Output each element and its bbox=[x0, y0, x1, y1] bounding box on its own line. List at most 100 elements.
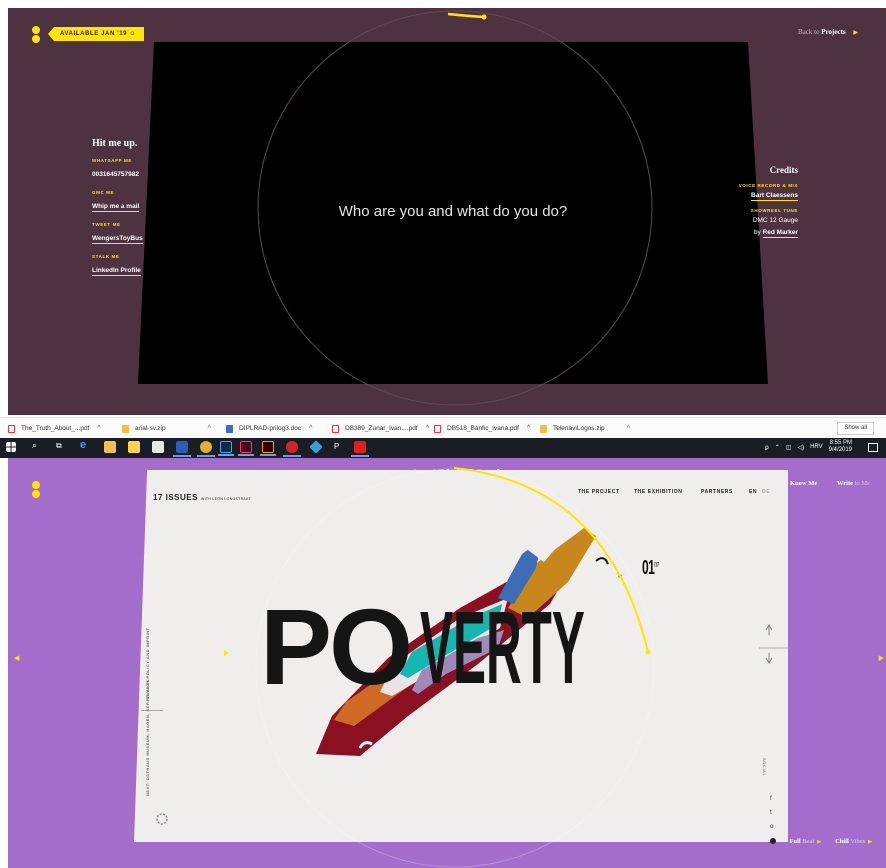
arrow-right-icon: ▶ bbox=[868, 840, 872, 845]
chrome-icon[interactable] bbox=[197, 441, 215, 457]
chill-vibes-chill[interactable]: Chill bbox=[835, 838, 849, 845]
play-indicator-icon bbox=[224, 650, 229, 656]
back-to-projects-link[interactable]: Back to Projects ▶ bbox=[798, 28, 858, 36]
windows-start-icon[interactable] bbox=[6, 442, 16, 452]
store-icon[interactable] bbox=[128, 441, 140, 453]
whatsapp-number[interactable]: 0031645757982 bbox=[92, 171, 139, 178]
twitter-icon[interactable]: t bbox=[770, 810, 772, 816]
back-projects-label: Projects bbox=[821, 28, 846, 36]
showreel-artist-link[interactable]: Red Marker bbox=[762, 229, 798, 238]
chevron-up-icon[interactable]: ^ bbox=[208, 425, 211, 432]
twitter-link[interactable]: WengersToyBus bbox=[92, 235, 143, 244]
pdf-file-icon bbox=[8, 424, 15, 433]
mail-label: GMC ME bbox=[92, 190, 115, 195]
credits-heading: Credits bbox=[769, 165, 798, 175]
download-item[interactable]: TelenaviLogos.zip ^ bbox=[540, 418, 630, 439]
facebook-icon[interactable]: f bbox=[770, 796, 772, 802]
chevron-up-icon[interactable]: ^ bbox=[426, 425, 429, 432]
contact-block: Hit me up. WHATSAPP ME 0031645757982 GMC… bbox=[92, 138, 172, 277]
download-item[interactable]: DB518_Banfic_Ivana.pdf ^ bbox=[434, 418, 530, 439]
voice-label: VOICE RECORD & MIX bbox=[738, 183, 798, 188]
arrow-right-icon: ▶ bbox=[817, 840, 822, 845]
progress-ring-fill bbox=[447, 12, 485, 19]
word-icon[interactable] bbox=[173, 441, 191, 457]
issue-title-part1: PO bbox=[260, 586, 413, 707]
available-badge[interactable]: AVAILABLE JAN '19 ☺ bbox=[48, 27, 145, 41]
volume-icon[interactable]: ◁) bbox=[797, 444, 804, 451]
clock-time: 8:55 PM bbox=[829, 440, 852, 446]
download-item[interactable]: DB389_Zunar_Ivan....pdf ^ bbox=[332, 418, 429, 439]
download-filename: TelenaviLogos.zip bbox=[553, 425, 605, 432]
chevron-up-icon[interactable]: ^ bbox=[97, 425, 100, 432]
app-red-icon[interactable] bbox=[283, 441, 301, 457]
illustrator-icon[interactable] bbox=[260, 441, 276, 456]
loading-spinner-icon bbox=[156, 813, 168, 825]
showreel-by: by bbox=[753, 229, 761, 236]
showreel-track: DMC 12 Gauge bbox=[752, 217, 798, 224]
chill-vibes-vibes[interactable]: Vibes bbox=[850, 838, 865, 845]
issue-number: 01/17 bbox=[642, 557, 659, 580]
music-mode-switch: Full Beat ▶ Chill Vibes ▶ bbox=[790, 838, 873, 845]
issue-no: 01 bbox=[642, 557, 655, 579]
full-beat-full[interactable]: Full bbox=[790, 838, 801, 845]
chevron-up-icon[interactable]: ⌃ bbox=[775, 444, 780, 451]
download-item[interactable]: arial-sv.zip ^ bbox=[122, 418, 211, 439]
clock[interactable]: 8:55 PM 9/4/2019 bbox=[829, 440, 852, 454]
download-filename: DB518_Banfic_Ivana.pdf bbox=[447, 425, 519, 432]
back-prefix: Back to bbox=[797, 28, 820, 36]
edge-icon[interactable]: e bbox=[80, 439, 92, 451]
app-p-icon[interactable]: P bbox=[334, 442, 346, 454]
full-beat-beat[interactable]: Beat bbox=[802, 838, 814, 845]
network-icon[interactable]: ◫ bbox=[786, 444, 792, 451]
video-caption: Who are you and what do you do? bbox=[338, 203, 568, 220]
social-label: SOCIAL bbox=[762, 758, 767, 777]
sound-icon bbox=[770, 838, 776, 844]
notification-icon[interactable] bbox=[868, 443, 878, 452]
photoshop-icon[interactable] bbox=[218, 441, 234, 456]
portfolio-screen: AVAILABLE JAN '19 ☺ Back to Projects ▶ W… bbox=[8, 8, 886, 415]
issue-total: /17 bbox=[654, 562, 660, 569]
contact-heading: Hit me up. bbox=[92, 138, 138, 149]
instagram-icon[interactable]: o bbox=[770, 824, 773, 830]
chevron-up-icon[interactable]: ^ bbox=[309, 425, 312, 432]
chevron-up-icon[interactable]: ^ bbox=[627, 425, 630, 432]
download-item[interactable]: The_Truth_About_...pdf ^ bbox=[8, 418, 101, 439]
people-icon[interactable]: ꝑ bbox=[765, 444, 769, 451]
doc-file-icon bbox=[226, 424, 233, 433]
task-view-icon[interactable]: ⧉ bbox=[56, 441, 68, 453]
arrow-up-icon bbox=[765, 624, 773, 635]
mail-link[interactable]: Whip me a mail bbox=[92, 203, 140, 212]
zip-file-icon bbox=[122, 424, 129, 433]
search-icon[interactable]: ⌕ bbox=[32, 440, 44, 452]
language-indicator[interactable]: HRV bbox=[810, 444, 823, 450]
indesign-icon[interactable] bbox=[238, 441, 254, 456]
chevron-up-icon[interactable]: ^ bbox=[527, 425, 530, 432]
download-filename: arial-sv.zip bbox=[135, 425, 166, 432]
credits-block: Credits VOICE RECORD & MIX Bart Claessen… bbox=[708, 165, 798, 238]
site-logo[interactable] bbox=[32, 26, 42, 46]
download-item[interactable]: DIPLRAD-prilog3.doc ^ bbox=[226, 418, 312, 439]
arrow-down-icon bbox=[765, 653, 773, 664]
app-blue-icon[interactable] bbox=[309, 440, 323, 454]
linkedin-link[interactable]: LinkedIn Profile bbox=[92, 267, 141, 276]
download-filename: DIPLRAD-prilog3.doc bbox=[239, 425, 302, 432]
linkedin-label: STALK ME bbox=[92, 254, 120, 259]
twitter-label: TWEET ME bbox=[92, 222, 121, 227]
file-explorer-icon[interactable] bbox=[104, 441, 116, 453]
pdf-file-icon bbox=[332, 424, 339, 433]
download-filename: The_Truth_About_...pdf bbox=[21, 425, 90, 432]
showreel-label: SHOWREEL TUNE bbox=[750, 208, 798, 213]
voice-credit-link[interactable]: Bart Claessens bbox=[751, 192, 798, 201]
show-all-button[interactable]: Show all bbox=[837, 422, 874, 435]
arrow-right-icon: ▶ bbox=[853, 30, 858, 36]
download-filename: DB389_Zunar_Ivan....pdf bbox=[345, 425, 418, 432]
mail-icon[interactable] bbox=[152, 441, 164, 453]
zip-file-icon bbox=[540, 424, 547, 433]
acrobat-icon[interactable] bbox=[351, 441, 369, 457]
progress-handle bbox=[645, 649, 651, 655]
whatsapp-label: WHATSAPP ME bbox=[92, 158, 132, 163]
clock-date: 9/4/2019 bbox=[828, 447, 852, 453]
scroll-controls bbox=[759, 624, 788, 664]
downloads-bar: The_Truth_About_...pdf ^ arial-sv.zip ^ … bbox=[0, 417, 886, 438]
issue-title-part2: VERTY bbox=[420, 590, 585, 705]
